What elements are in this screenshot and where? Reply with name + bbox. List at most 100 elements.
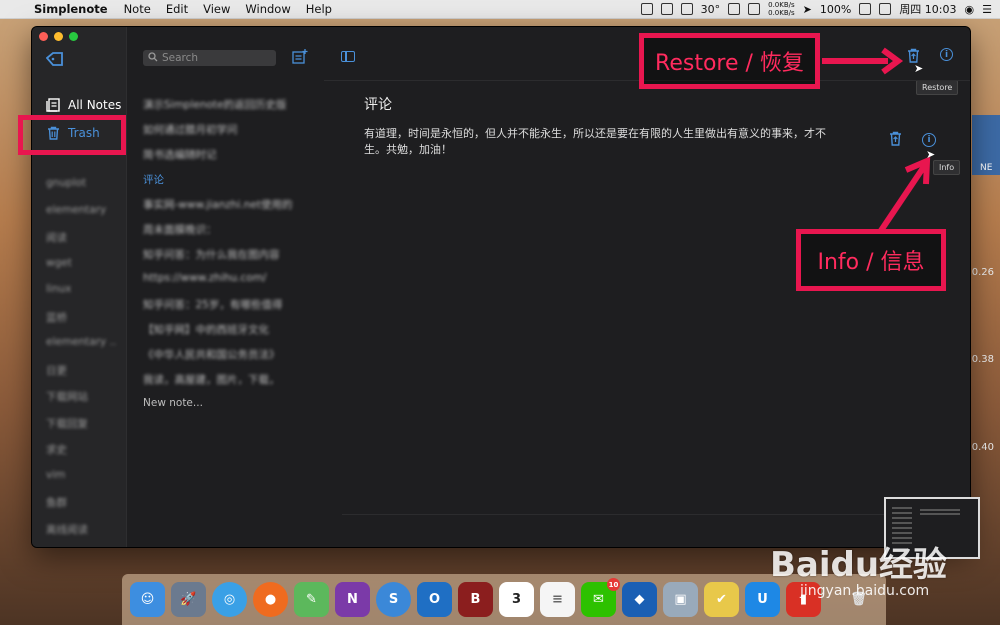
restore-annotation-label: Restore / 恢复: [639, 33, 820, 89]
notification-center-icon[interactable]: ☰: [982, 3, 992, 16]
sidebar-item-label: All Notes: [68, 98, 122, 112]
dictionary-icon[interactable]: B: [458, 582, 493, 617]
preview-icon[interactable]: ▣: [663, 582, 698, 617]
simplenote-dock-icon[interactable]: S: [376, 582, 411, 617]
watermark-url: jingyan.baidu.com: [800, 583, 930, 599]
trash-highlight-box: [18, 115, 126, 155]
tag-item[interactable]: 鱼群: [46, 495, 116, 522]
toggle-sidebar-icon[interactable]: [341, 51, 355, 62]
tag-item[interactable]: 求史: [46, 442, 116, 469]
menu-view[interactable]: View: [203, 2, 230, 16]
bitwarden-icon[interactable]: ◆: [622, 582, 657, 617]
finder-icon[interactable]: ☺: [130, 582, 165, 617]
menu-app-name[interactable]: Simplenote: [34, 2, 108, 16]
restore-note-icon[interactable]: [889, 131, 902, 150]
clock[interactable]: 周四 10:03: [899, 1, 956, 17]
background-number: 0.38: [971, 354, 994, 365]
list-item[interactable]: 如何通过腊月初学问: [143, 122, 313, 147]
network-speed[interactable]: 0.0KB/s 0.0KB/s: [768, 1, 795, 17]
notification-badge: 10: [607, 578, 620, 591]
reminders-icon[interactable]: ≡: [540, 582, 575, 617]
tag-item[interactable]: elementary ...: [46, 336, 116, 363]
location-icon[interactable]: ➤: [803, 3, 812, 16]
list-item[interactable]: 周未面膜晚识：: [143, 222, 313, 247]
status-area: 30° 0.0KB/s 0.0KB/s ➤ 100% 周四 10:03 ◉ ☰: [640, 0, 992, 18]
background-number: 0.40: [971, 442, 994, 453]
menu-edit[interactable]: Edit: [166, 2, 188, 16]
list-item[interactable]: 知乎问答：为什么我在图内容: [143, 247, 313, 272]
safari-icon[interactable]: ◎: [212, 582, 247, 617]
note-info-icon[interactable]: i: [922, 133, 936, 147]
status-phone-icon[interactable]: [728, 3, 741, 15]
status-grid-icon[interactable]: [680, 3, 693, 15]
battery-icon[interactable]: [859, 3, 872, 15]
tag-item[interactable]: 阅读: [46, 230, 116, 257]
status-app-icon[interactable]: [640, 3, 653, 15]
list-item[interactable]: 《中华人民共和国公务员法》: [143, 347, 313, 372]
wechat-icon[interactable]: ✉ 10: [581, 578, 620, 617]
list-item[interactable]: 我读，高屋建，图片，下载，: [143, 372, 313, 397]
tooltip-info: Info: [933, 160, 961, 175]
status-mic-icon[interactable]: [660, 3, 673, 15]
baidu-watermark: Baidu经验: [770, 545, 948, 585]
siri-icon[interactable]: ◉: [965, 3, 975, 16]
battery-percent[interactable]: 100%: [820, 3, 851, 16]
calendar-date: 3: [511, 592, 522, 607]
menu-bar: Simplenote Note Edit View Window Help 30…: [0, 0, 1000, 19]
list-item[interactable]: 知乎问答：25岁，有哪些值得: [143, 297, 313, 322]
sidebar: All Notes Trash gnuplot elementary 阅读 wg…: [32, 27, 126, 547]
mouse-cursor-icon: ➤: [914, 62, 924, 75]
sidebar-item-all-notes[interactable]: All Notes: [46, 98, 121, 112]
status-memory-icon[interactable]: [748, 3, 761, 15]
menu-note[interactable]: Note: [124, 2, 151, 16]
app-icon[interactable]: ✔: [704, 582, 739, 617]
list-item-selected[interactable]: 评论: [143, 172, 313, 197]
tag-item[interactable]: linux: [46, 283, 116, 310]
tag-item[interactable]: 离线阅读: [46, 522, 116, 548]
zoom-button[interactable]: [69, 32, 78, 41]
net-down: 0.0KB/s: [768, 9, 795, 17]
note-body[interactable]: 有道理，时间是永恒的，但人并不能永生，所以还是要在有限的人生里做出有意义的事来，…: [364, 126, 864, 158]
note-list-panel: Search 演示Simplenote的返回历史版 如何通过腊月初学问 简书选编…: [126, 27, 325, 547]
weather-temperature[interactable]: 30°: [701, 3, 721, 16]
onenote-icon[interactable]: N: [335, 582, 370, 617]
close-button[interactable]: [39, 32, 48, 41]
search-input[interactable]: Search: [143, 50, 276, 66]
evernote-icon[interactable]: ✎: [294, 582, 329, 617]
outlook-icon[interactable]: O: [417, 582, 452, 617]
new-note-icon[interactable]: [292, 49, 308, 68]
minimize-button[interactable]: [54, 32, 63, 41]
tag-item[interactable]: gnuplot: [46, 177, 116, 204]
list-item[interactable]: 演示Simplenote的返回历史版: [143, 97, 313, 122]
tag-item[interactable]: 下载网站: [46, 389, 116, 416]
info-icon[interactable]: i: [940, 48, 953, 61]
peek-text: NE: [980, 163, 993, 173]
calendar-icon[interactable]: 3: [499, 582, 534, 617]
menu-help[interactable]: Help: [306, 2, 332, 16]
app-icon[interactable]: U: [745, 582, 780, 617]
list-item[interactable]: 事实网-www.jianzhi.net使用的: [143, 197, 313, 222]
list-item[interactable]: New note...: [143, 397, 313, 422]
menu-window[interactable]: Window: [245, 2, 290, 16]
list-item[interactable]: 【知乎网】中的西班牙文化: [143, 322, 313, 347]
tag-item[interactable]: 日更: [46, 363, 116, 390]
note-title[interactable]: 评论: [364, 94, 392, 114]
window-controls: [39, 32, 78, 41]
firefox-icon[interactable]: ●: [253, 582, 288, 617]
launchpad-icon[interactable]: 🚀: [171, 582, 206, 617]
tags-icon[interactable]: [45, 51, 64, 70]
tag-item[interactable]: 下载回复: [46, 416, 116, 443]
search-icon: [148, 51, 158, 65]
mouse-cursor-icon: ➤: [926, 148, 936, 161]
background-window-peek: NE: [972, 115, 1000, 175]
tag-item[interactable]: wget: [46, 257, 116, 284]
tag-item[interactable]: vim: [46, 469, 116, 496]
tag-item[interactable]: elementary: [46, 204, 116, 231]
tag-item[interactable]: 蓝桥: [46, 310, 116, 337]
list-item[interactable]: 简书选编随时记: [143, 147, 313, 172]
background-number: 0.26: [971, 267, 994, 278]
net-up: 0.0KB/s: [768, 1, 795, 9]
list-item[interactable]: https://www.zhihu.com/: [143, 272, 313, 297]
note-list: 演示Simplenote的返回历史版 如何通过腊月初学问 简书选编随时记 评论 …: [143, 97, 313, 422]
sogou-input-icon[interactable]: [879, 3, 892, 15]
